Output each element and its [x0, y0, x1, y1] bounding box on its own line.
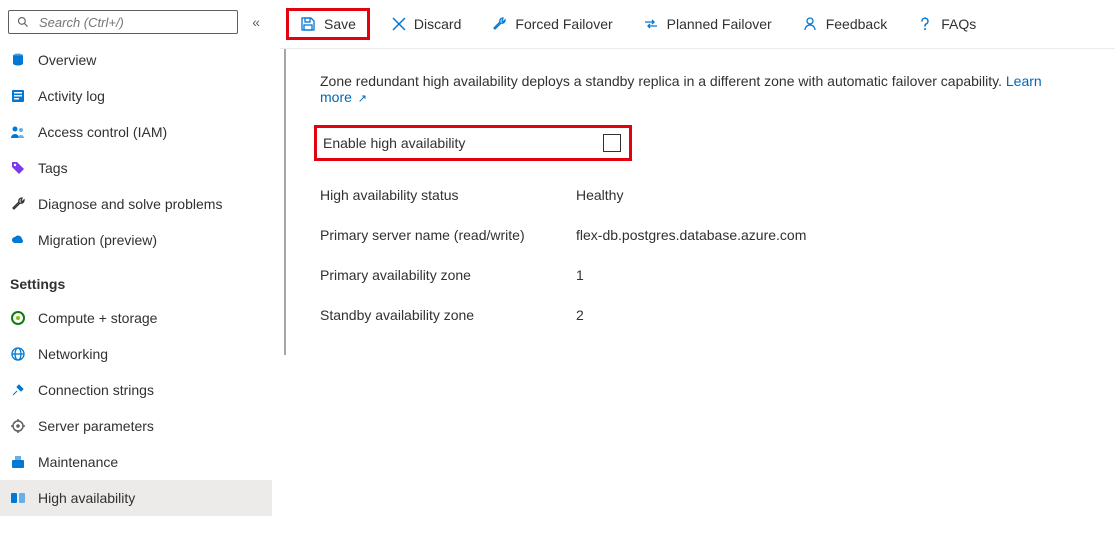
ha-icon	[10, 490, 26, 506]
sidebar-item-access-control[interactable]: Access control (IAM)	[0, 114, 272, 150]
primary-zone-value: 1	[576, 267, 584, 283]
sidebar-item-server-parameters[interactable]: Server parameters	[0, 408, 272, 444]
nav-settings: Compute + storage Networking Connection …	[0, 300, 272, 516]
sidebar-item-label: Diagnose and solve problems	[38, 196, 222, 212]
swap-icon	[643, 16, 659, 32]
sidebar-item-networking[interactable]: Networking	[0, 336, 272, 372]
main-content: Save Discard Forced Failover Planned Fai…	[272, 0, 1115, 554]
sidebar: « Overview Activity log Access control (…	[0, 0, 272, 554]
sidebar-item-label: Networking	[38, 346, 108, 362]
plug-icon	[10, 382, 26, 398]
feedback-icon	[802, 16, 818, 32]
close-icon	[392, 17, 406, 31]
gear-icon	[10, 418, 26, 434]
faqs-label: FAQs	[941, 16, 976, 32]
standby-zone-value: 2	[576, 307, 584, 323]
sidebar-item-label: High availability	[38, 490, 135, 506]
feedback-label: Feedback	[826, 16, 887, 32]
faqs-button[interactable]: FAQs	[911, 12, 982, 36]
enable-ha-row: Enable high availability	[314, 125, 632, 161]
row-primary-name: Primary server name (read/write) flex-db…	[320, 215, 1044, 255]
sidebar-item-label: Maintenance	[38, 454, 118, 470]
tag-icon	[10, 160, 26, 176]
primary-zone-label: Primary availability zone	[320, 267, 576, 283]
failover-icon	[491, 16, 507, 32]
sidebar-item-label: Migration (preview)	[38, 232, 157, 248]
row-primary-zone: Primary availability zone 1	[320, 255, 1044, 295]
planned-failover-label: Planned Failover	[667, 16, 772, 32]
sidebar-item-label: Compute + storage	[38, 310, 157, 326]
enable-ha-checkbox[interactable]	[603, 134, 621, 152]
save-button-label: Save	[324, 16, 356, 32]
row-standby-zone: Standby availability zone 2	[320, 295, 1044, 335]
search-box[interactable]	[8, 10, 238, 34]
sidebar-item-connection-strings[interactable]: Connection strings	[0, 372, 272, 408]
cloud-icon	[10, 232, 26, 248]
primary-name-label: Primary server name (read/write)	[320, 227, 576, 243]
discard-button-label: Discard	[414, 16, 461, 32]
save-button[interactable]: Save	[288, 10, 368, 38]
log-icon	[10, 88, 26, 104]
description-text: Zone redundant high availability deploys…	[320, 73, 1044, 105]
sidebar-item-overview[interactable]: Overview	[0, 42, 272, 78]
wrench-icon	[10, 196, 26, 212]
sidebar-item-diagnose[interactable]: Diagnose and solve problems	[0, 186, 272, 222]
database-icon	[10, 52, 26, 68]
nav-general: Overview Activity log Access control (IA…	[0, 42, 272, 258]
sidebar-item-label: Overview	[38, 52, 96, 68]
collapse-sidebar-button[interactable]: «	[248, 10, 264, 34]
help-icon	[917, 16, 933, 32]
ha-status-value: Healthy	[576, 187, 623, 203]
sidebar-item-label: Access control (IAM)	[38, 124, 167, 140]
search-icon	[15, 14, 31, 30]
sidebar-item-high-availability[interactable]: High availability	[0, 480, 272, 516]
external-link-icon: ↗	[358, 93, 367, 105]
toolbar: Save Discard Forced Failover Planned Fai…	[280, 0, 1115, 49]
sidebar-item-migration[interactable]: Migration (preview)	[0, 222, 272, 258]
standby-zone-label: Standby availability zone	[320, 307, 576, 323]
people-icon	[10, 124, 26, 140]
sidebar-item-activity-log[interactable]: Activity log	[0, 78, 272, 114]
primary-name-value: flex-db.postgres.database.azure.com	[576, 227, 806, 243]
sidebar-item-label: Connection strings	[38, 382, 154, 398]
sidebar-item-label: Tags	[38, 160, 68, 176]
section-header-settings: Settings	[0, 258, 272, 300]
sidebar-item-maintenance[interactable]: Maintenance	[0, 444, 272, 480]
sidebar-item-label: Activity log	[38, 88, 105, 104]
ha-status-label: High availability status	[320, 187, 576, 203]
maintenance-icon	[10, 454, 26, 470]
discard-button[interactable]: Discard	[386, 12, 467, 36]
sidebar-item-tags[interactable]: Tags	[0, 150, 272, 186]
forced-failover-label: Forced Failover	[515, 16, 612, 32]
row-ha-status: High availability status Healthy	[320, 175, 1044, 215]
enable-ha-label: Enable high availability	[323, 135, 603, 151]
search-input[interactable]	[37, 14, 231, 31]
globe-icon	[10, 346, 26, 362]
save-icon	[300, 16, 316, 32]
sidebar-item-compute-storage[interactable]: Compute + storage	[0, 300, 272, 336]
planned-failover-button[interactable]: Planned Failover	[637, 12, 778, 36]
storage-icon	[10, 310, 26, 326]
forced-failover-button[interactable]: Forced Failover	[485, 12, 618, 36]
sidebar-item-label: Server parameters	[38, 418, 154, 434]
feedback-button[interactable]: Feedback	[796, 12, 893, 36]
